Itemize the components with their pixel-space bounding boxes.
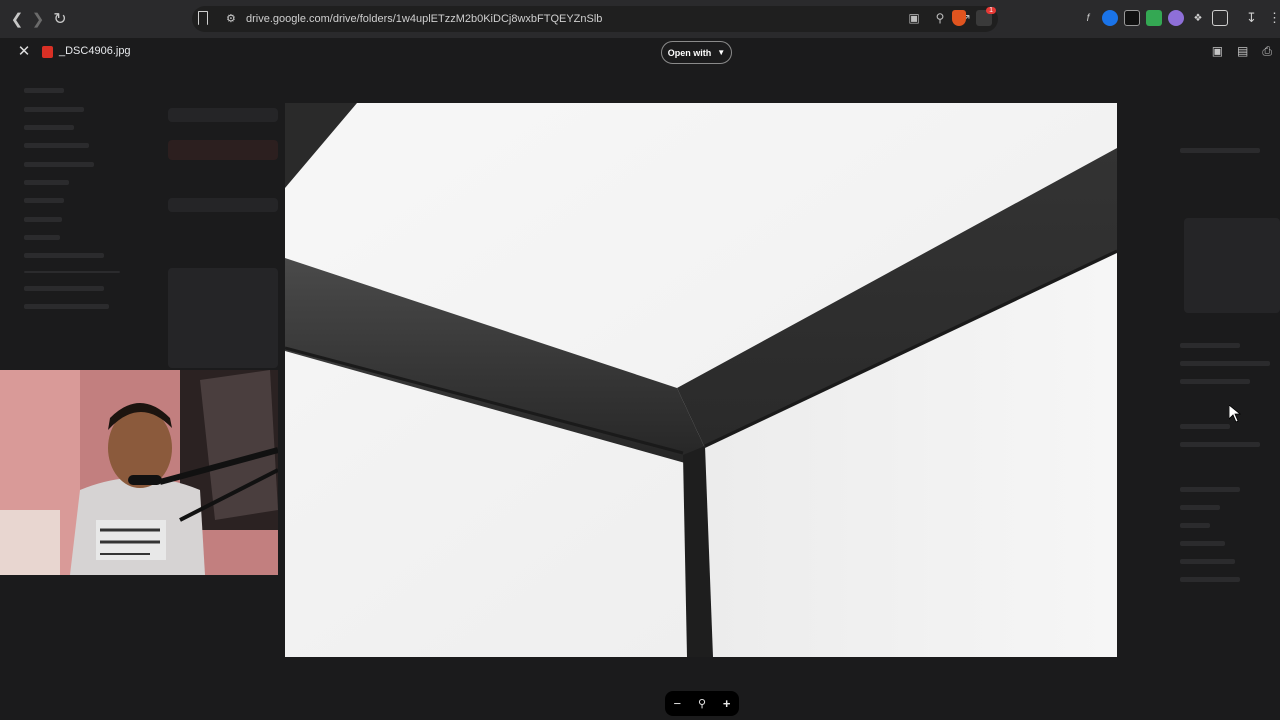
- font-extension-icon[interactable]: f: [1080, 10, 1096, 26]
- url-text: drive.google.com/drive/folders/1w4uplETz…: [246, 13, 603, 25]
- browser-toolbar: ❮ ❯ ↻ ⚙ drive.google.com/drive/folders/1…: [0, 0, 1280, 38]
- notification-badge: 1: [986, 7, 996, 14]
- screen: ❮ ❯ ↻ ⚙ drive.google.com/drive/folders/1…: [0, 0, 1280, 720]
- ceiling-corner-photo: [285, 103, 1117, 657]
- webcam-feed: [0, 370, 278, 575]
- add-to-drive-icon[interactable]: ▣: [1212, 44, 1223, 59]
- file-name: _DSC4906.jpg: [59, 45, 131, 57]
- zoom-controls: − ⚲ +: [665, 691, 739, 716]
- zoom-icon[interactable]: ⚲: [698, 697, 706, 710]
- print-icon[interactable]: ⎙: [1262, 44, 1272, 59]
- puzzle-extensions-icon[interactable]: ❖: [1190, 10, 1206, 26]
- close-icon[interactable]: ✕: [16, 44, 32, 60]
- viewer-actions: ▣ ▤ ⎙: [1212, 44, 1272, 59]
- zoom-in-button[interactable]: +: [723, 696, 731, 711]
- back-icon[interactable]: ❮: [6, 8, 28, 30]
- menu-icon[interactable]: ⋮: [1268, 10, 1280, 26]
- blue-circle-extension-icon[interactable]: [1102, 10, 1118, 26]
- webcam-overlay: [0, 370, 278, 575]
- forward-icon[interactable]: ❯: [27, 8, 49, 30]
- open-with-button[interactable]: Open with ▼: [661, 41, 732, 64]
- brave-shield-icon[interactable]: [952, 10, 966, 26]
- extensions-bar: f ❖: [1080, 10, 1228, 26]
- mouse-cursor-icon: [1229, 405, 1241, 423]
- caret-down-icon: ▼: [717, 48, 726, 57]
- download-icon[interactable]: ↧: [1246, 10, 1257, 26]
- dimmed-details-panel: [1180, 138, 1280, 718]
- file-viewer-header: ✕ _DSC4906.jpg Open with ▼ ▣ ▤ ⎙: [0, 38, 1280, 68]
- bookmark-icon[interactable]: [198, 11, 208, 25]
- brave-rewards-icon[interactable]: 1: [976, 7, 996, 26]
- dimmed-sidebar: [24, 88, 144, 322]
- image-preview: [285, 103, 1117, 657]
- cast-icon[interactable]: ▣: [906, 10, 922, 26]
- add-comment-icon[interactable]: ▤: [1237, 44, 1248, 59]
- zoom-out-button[interactable]: −: [673, 696, 681, 711]
- purple-extension-icon[interactable]: [1168, 10, 1184, 26]
- sidebar-toggle-icon[interactable]: [1212, 10, 1228, 26]
- zoom-icon[interactable]: ⚲: [932, 10, 948, 26]
- reload-icon[interactable]: ↻: [49, 8, 71, 30]
- open-with-label: Open with: [667, 47, 712, 58]
- black-extension-icon[interactable]: [1124, 10, 1140, 26]
- site-settings-icon[interactable]: ⚙: [226, 12, 236, 25]
- green-extension-icon[interactable]: [1146, 10, 1162, 26]
- address-bar[interactable]: ⚙ drive.google.com/drive/folders/1w4uplE…: [192, 6, 998, 32]
- image-file-icon: [42, 46, 53, 58]
